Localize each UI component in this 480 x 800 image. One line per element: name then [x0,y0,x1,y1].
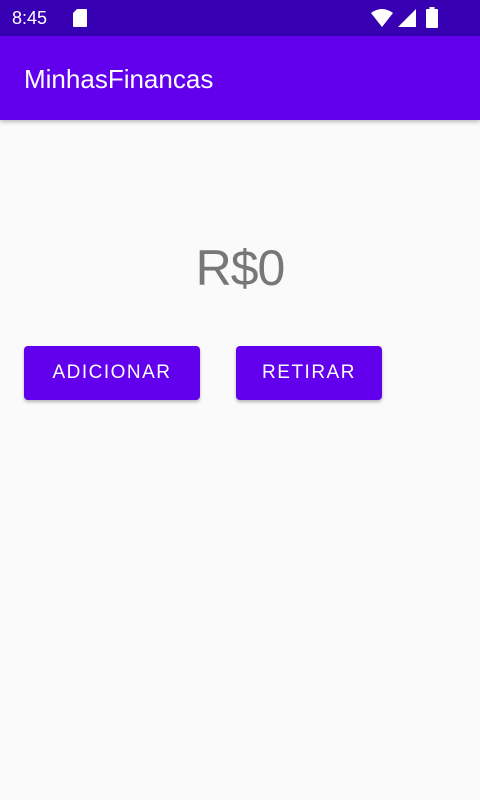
battery-icon [426,7,438,28]
main-content: R$0 ADICIONAR RETIRAR [0,120,480,800]
wifi-icon [371,9,393,27]
sd-card-icon [73,9,87,27]
app-bar: MinhasFinancas [0,36,480,120]
status-time: 8:45 [12,8,48,28]
status-bar: 8:45 [0,0,480,36]
add-button[interactable]: ADICIONAR [24,346,200,400]
signal-icon [398,9,416,27]
balance-display: R$0 [195,240,286,296]
withdraw-button[interactable]: RETIRAR [236,346,382,400]
app-title: MinhasFinancas [24,64,214,94]
